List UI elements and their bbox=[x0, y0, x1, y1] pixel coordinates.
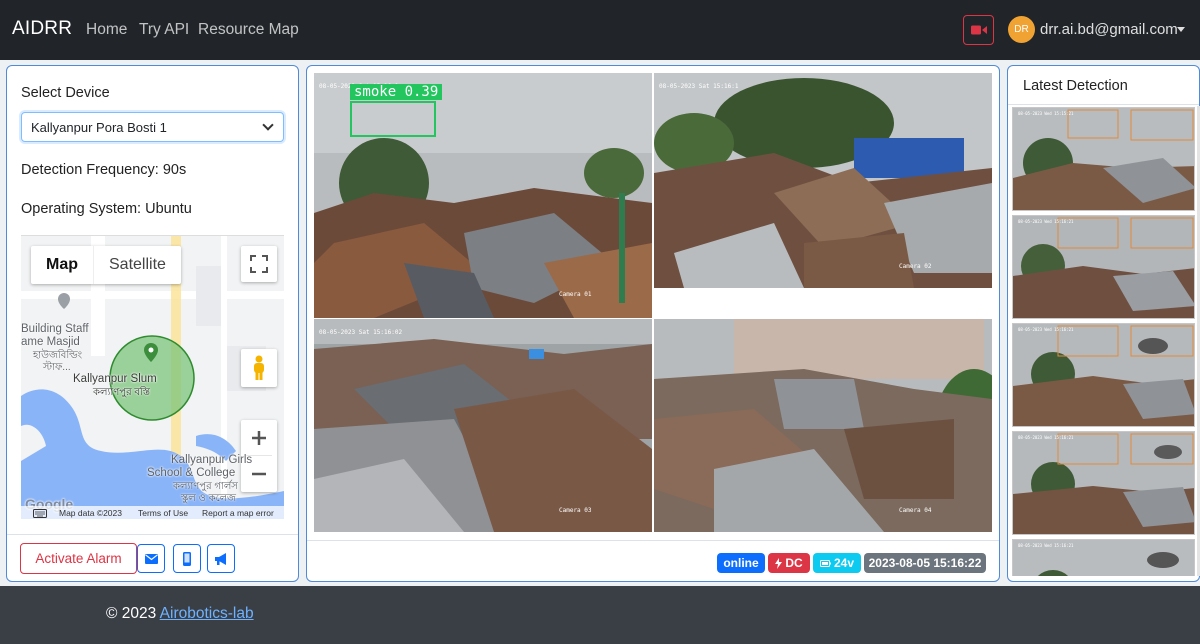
chevron-down-icon[interactable] bbox=[1177, 27, 1185, 32]
video-camera-button[interactable] bbox=[963, 15, 994, 45]
thumbnail-timestamp: 08-05-2023 Wed 15:16:21 bbox=[1018, 219, 1074, 224]
latest-detection-panel: Latest Detection 08-05-2023 Wed 15:15:21 bbox=[1007, 65, 1200, 582]
select-device-label: Select Device bbox=[21, 85, 110, 101]
status-badge-power: DC bbox=[768, 553, 810, 573]
chevron-down-icon bbox=[262, 119, 274, 131]
detection-frequency: Detection Frequency: 90s bbox=[21, 162, 187, 178]
map-label-slum-bn: কল্যাণপুর বস্তি bbox=[93, 387, 150, 398]
camera-name: Camera 01 bbox=[559, 291, 592, 298]
camera-name: Camera 02 bbox=[899, 263, 932, 270]
detection-thumbnail[interactable]: 08-05-2023 Wed 15:16:21 bbox=[1012, 539, 1195, 576]
camera-image bbox=[654, 319, 992, 532]
lightning-icon bbox=[775, 557, 783, 569]
camera-timestamp: 08-05-2023 Sat 15:16:1 bbox=[659, 83, 739, 90]
thumbnail-timestamp: 08-05-2023 Wed 15:16:21 bbox=[1018, 435, 1074, 440]
nav-try-api[interactable]: Try API bbox=[139, 21, 189, 39]
detection-thumbnail[interactable]: 08-05-2023 Wed 15:16:21 bbox=[1012, 215, 1195, 319]
voltage-text: 24v bbox=[833, 556, 855, 570]
map-label-masjid-bn2: স্টাফ... bbox=[43, 362, 71, 373]
thumbnail-image bbox=[1013, 432, 1194, 534]
airobotics-lab-link[interactable]: Airobotics-lab bbox=[160, 605, 254, 622]
battery-icon bbox=[819, 559, 831, 567]
megaphone-icon bbox=[215, 552, 226, 565]
camera-image bbox=[654, 73, 992, 288]
thumbnail-timestamp: 08-05-2023 Wed 15:15:21 bbox=[1018, 111, 1074, 116]
camera-image bbox=[314, 319, 652, 532]
map-footer: Map data ©2023 Terms of Use Report a map… bbox=[21, 506, 284, 519]
camera-timestamp: 08-05-2023 Sat 15:16:02 bbox=[319, 329, 403, 336]
envelope-icon bbox=[144, 553, 158, 564]
phone-button[interactable] bbox=[173, 544, 201, 573]
thumbnail-image bbox=[1013, 216, 1194, 318]
detection-label: smoke 0.39 bbox=[350, 84, 443, 100]
nav-resource-map[interactable]: Resource Map bbox=[198, 21, 299, 39]
device-select-value: Kallyanpur Pora Bosti 1 bbox=[31, 120, 167, 135]
navbar: AIDRR Home Try API Resource Map DR drr.a… bbox=[0, 0, 1200, 60]
announce-button[interactable] bbox=[207, 544, 235, 573]
camera-feed-2[interactable]: 08-05-2023 Sat 15:16:1 Camera 02 bbox=[654, 73, 992, 318]
map-label-school-bn-2: স্কুল ও কলেজ bbox=[181, 493, 236, 504]
camera-feed-4[interactable]: Camera 04 bbox=[654, 319, 992, 532]
power-text: DC bbox=[785, 556, 803, 570]
camera-panel: 08-05-2023 Sat 15:16:1 smoke 0.39 Camera… bbox=[306, 65, 1000, 582]
map-type-control[interactable]: Map Satellite bbox=[31, 246, 181, 284]
detection-box bbox=[350, 101, 436, 137]
avatar[interactable]: DR bbox=[1008, 16, 1035, 43]
device-panel: Select Device Kallyanpur Pora Bosti 1 De… bbox=[6, 65, 299, 582]
detection-thumbnail[interactable]: 08-05-2023 Wed 15:16:21 bbox=[1012, 431, 1195, 535]
nav-home[interactable]: Home bbox=[86, 21, 127, 39]
terms-link[interactable]: Terms of Use bbox=[138, 508, 188, 518]
report-map-error-link[interactable]: Report a map error bbox=[202, 508, 274, 518]
brand-logo[interactable]: AIDRR bbox=[12, 18, 72, 40]
thumbnail-timestamp: 08-05-2023 Wed 15:16:21 bbox=[1018, 543, 1074, 548]
footer: © 2023 Airobotics-lab bbox=[0, 586, 1200, 644]
map-data-attribution: Map data ©2023 bbox=[59, 508, 122, 518]
mobile-phone-icon bbox=[183, 551, 191, 566]
user-menu[interactable]: drr.ai.bd@gmail.com bbox=[1040, 21, 1178, 38]
copyright: © 2023 Airobotics-lab bbox=[106, 605, 254, 623]
pegman-icon bbox=[254, 355, 264, 380]
device-map[interactable]: Map Satellite Building Staff ame Masjid … bbox=[21, 235, 284, 519]
minus-icon bbox=[252, 472, 266, 476]
map-label-school-1: Kallyanpur Girls bbox=[171, 454, 253, 466]
map-label-masjid: ame Masjid bbox=[21, 336, 80, 348]
thumbnail-image bbox=[1013, 324, 1194, 426]
keyboard-icon[interactable] bbox=[33, 509, 47, 518]
panel-divider bbox=[7, 534, 298, 535]
video-camera-icon bbox=[970, 25, 987, 35]
zoom-in-button[interactable] bbox=[246, 420, 272, 456]
status-badge-datetime: 2023-08-05 15:16:22 bbox=[864, 553, 986, 573]
operating-system: Operating System: Ubuntu bbox=[21, 201, 192, 217]
camera-feed-1[interactable]: 08-05-2023 Sat 15:16:1 smoke 0.39 Camera… bbox=[314, 73, 652, 318]
fullscreen-button[interactable] bbox=[241, 246, 277, 282]
latest-detection-title: Latest Detection bbox=[1023, 78, 1128, 94]
email-button[interactable] bbox=[137, 544, 165, 573]
thumbnail-image bbox=[1013, 108, 1194, 210]
camera-name: Camera 04 bbox=[899, 507, 932, 514]
status-badge-online: online bbox=[717, 553, 765, 573]
map-tab-satellite[interactable]: Satellite bbox=[94, 246, 181, 284]
map-label-school-2: School & College bbox=[147, 467, 236, 479]
map-label-slum: Kallyanpur Slum bbox=[73, 373, 157, 385]
detection-thumbnail[interactable]: 08-05-2023 Wed 15:15:21 bbox=[1012, 107, 1195, 211]
copyright-text: © 2023 bbox=[106, 605, 157, 622]
device-select[interactable]: Kallyanpur Pora Bosti 1 bbox=[21, 112, 284, 142]
camera-feed-3[interactable]: 08-05-2023 Sat 15:16:02 Camera 03 bbox=[314, 319, 652, 532]
panel-divider bbox=[1008, 104, 1199, 105]
panel-divider bbox=[307, 540, 999, 541]
fullscreen-icon bbox=[250, 255, 268, 273]
plus-icon bbox=[252, 430, 266, 445]
camera-name: Camera 03 bbox=[559, 507, 592, 514]
thumbnail-timestamp: 08-05-2023 Wed 15:16:21 bbox=[1018, 327, 1074, 332]
map-tab-map[interactable]: Map bbox=[31, 246, 94, 284]
detection-thumbnail-list[interactable]: 08-05-2023 Wed 15:15:21 08-05-2023 Wed 1… bbox=[1012, 106, 1195, 576]
map-label-building: Building Staff bbox=[21, 323, 89, 335]
status-badge-voltage: 24v bbox=[813, 553, 861, 573]
zoom-out-button[interactable] bbox=[251, 456, 267, 492]
activate-alarm-button[interactable]: Activate Alarm bbox=[20, 543, 137, 574]
street-view-pegman[interactable] bbox=[241, 349, 277, 387]
detection-thumbnail[interactable]: 08-05-2023 Wed 15:16:21 bbox=[1012, 323, 1195, 427]
